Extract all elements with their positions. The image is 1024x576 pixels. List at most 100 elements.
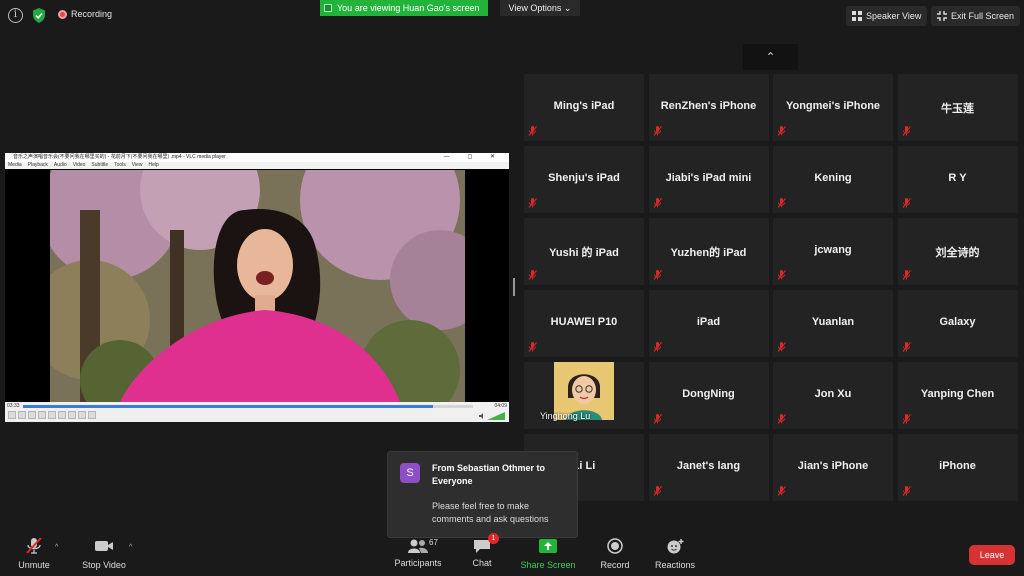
chat-button[interactable]: 1 Chat — [467, 533, 499, 568]
participant-name: Yushi 的 iPad — [549, 247, 619, 259]
participant-name: Yongmei's iPhone — [785, 100, 881, 112]
vlc-menu-item: Help — [148, 162, 159, 168]
chat-notification-message: Please feel free to make comments and as… — [432, 501, 549, 524]
participants-button[interactable]: 67 Participants — [393, 538, 443, 568]
fullscreen-icon — [48, 411, 56, 419]
muted-mic-icon — [777, 126, 786, 136]
screen-share-icon — [324, 4, 332, 12]
video-frame-singer — [50, 170, 465, 402]
split-view-divider[interactable] — [513, 278, 515, 296]
vlc-seek-fill — [23, 405, 433, 408]
reactions-button[interactable]: Reactions — [654, 538, 696, 570]
participants-icon-wrap: 67 — [407, 538, 438, 554]
participant-tile[interactable]: Jian's iPhone — [773, 434, 893, 501]
participant-tile[interactable]: iPhone — [897, 434, 1018, 501]
grid-view-icon — [852, 11, 862, 21]
vlc-time-total: 04:09 — [494, 403, 507, 409]
exit-full-screen-label: Exit Full Screen — [951, 11, 1015, 21]
record-button[interactable]: Record — [599, 538, 631, 570]
participant-grid: Ming's iPad RenZhen's iPhone Yongmei's iPh… — [524, 74, 1020, 504]
next-icon — [38, 411, 46, 419]
record-icon — [607, 538, 623, 554]
recording-label: Recording — [71, 9, 113, 19]
participant-tile[interactable]: 刘全诗的 — [897, 218, 1018, 285]
exit-full-screen-icon — [937, 11, 947, 21]
participant-tile[interactable]: Galaxy — [897, 290, 1018, 357]
participant-name: Yuzhen的 iPad — [670, 247, 747, 259]
participant-tile[interactable]: Yuzhen的 iPad — [648, 218, 769, 285]
vlc-menu-item: View — [131, 162, 143, 168]
reactions-label: Reactions — [654, 560, 696, 570]
participant-tile[interactable]: Ming's iPad — [524, 74, 644, 141]
participant-tile[interactable]: HUAWEI P10 — [524, 290, 644, 357]
participant-tile[interactable]: Yushi 的 iPad — [524, 218, 644, 285]
participants-count: 67 — [429, 538, 438, 547]
participant-tile[interactable]: iPad — [648, 290, 769, 357]
participant-tile[interactable]: Yongmei's iPhone — [773, 74, 893, 141]
participant-tile[interactable]: Kening — [773, 146, 893, 213]
info-icon[interactable]: i — [8, 8, 23, 23]
participant-name: Shenju's iPad — [548, 172, 620, 184]
participant-tile[interactable]: Yinghong Lu — [524, 362, 644, 429]
participant-name: iPad — [696, 316, 721, 328]
speaker-view-label: Speaker View — [866, 11, 922, 21]
participant-name: Ming's iPad — [553, 100, 615, 112]
vlc-menu-item: Video — [72, 162, 86, 168]
participant-tile[interactable]: DongNing — [648, 362, 769, 429]
muted-mic-icon — [653, 270, 662, 280]
chat-notification-sender: From Sebastian Othmer to Everyone — [432, 463, 546, 486]
participant-name: Jiabi's iPad mini — [665, 172, 752, 184]
participant-tile[interactable]: Jon Xu — [773, 362, 893, 429]
view-options-label: View Options — [508, 3, 562, 13]
participant-name: 牛玉莲 — [941, 103, 974, 115]
participant-tile[interactable]: Yuanlan — [773, 290, 893, 357]
participant-tile[interactable]: 牛玉莲 — [897, 74, 1018, 141]
vlc-menu-item: Subtitle — [91, 162, 109, 168]
chat-label: Chat — [472, 558, 492, 568]
video-options-caret[interactable]: ^ — [129, 544, 132, 551]
muted-mic-icon — [777, 270, 786, 280]
speaker-view-button[interactable]: Speaker View — [846, 6, 928, 26]
shield-icon[interactable] — [32, 8, 46, 23]
smiley-plus-icon — [667, 539, 684, 554]
muted-mic-icon — [777, 342, 786, 352]
muted-mic-icon — [653, 198, 662, 208]
vlc-menu-item: Playback — [27, 162, 48, 168]
stop-video-button[interactable]: Stop Video — [80, 538, 128, 570]
stop-icon — [28, 411, 36, 419]
audio-options-caret[interactable]: ^ — [55, 544, 58, 551]
share-screen-button[interactable]: Share Screen — [520, 538, 576, 570]
participant-tile[interactable]: R Y — [897, 146, 1018, 213]
shuffle-icon — [88, 411, 96, 419]
participant-name: Kening — [814, 172, 852, 184]
singer-video-image — [50, 170, 465, 402]
participant-tile[interactable]: jcwang — [773, 218, 893, 285]
scroll-up-button[interactable]: ⌃ — [743, 44, 798, 70]
sender-avatar: S — [400, 463, 420, 483]
muted-mic-icon — [902, 342, 911, 352]
leave-button[interactable]: Leave — [969, 545, 1015, 565]
volume-icon — [479, 412, 505, 420]
exit-full-screen-button[interactable]: Exit Full Screen — [931, 6, 1021, 26]
vlc-menu-item: Media — [8, 162, 22, 168]
participant-tile[interactable]: Shenju's iPad — [524, 146, 644, 213]
muted-mic-icon — [777, 486, 786, 496]
participant-tile[interactable]: Janet's lang — [648, 434, 769, 501]
prev-icon — [18, 411, 26, 419]
participant-tile[interactable]: Jiabi's iPad mini — [648, 146, 769, 213]
participant-tile[interactable]: RenZhen's iPhone — [648, 74, 769, 141]
chat-notification[interactable]: S From Sebastian Othmer to Everyone Plea… — [387, 451, 578, 538]
participant-name: 刘全诗的 — [935, 247, 980, 259]
top-bar: i Recording You are viewing Huan Gao's s… — [0, 0, 1024, 30]
stop-video-label: Stop Video — [82, 560, 126, 570]
unmute-button[interactable]: Unmute — [14, 537, 54, 570]
participant-name: Janet's lang — [676, 460, 741, 472]
view-options-button[interactable]: View Options ⌄ — [500, 0, 580, 16]
chat-icon-wrap: 1 — [471, 533, 499, 554]
participant-tile[interactable]: Yanping Chen — [897, 362, 1018, 429]
video-camera-icon — [95, 541, 113, 551]
recording-indicator[interactable]: Recording — [58, 9, 112, 19]
muted-mic-icon — [528, 126, 537, 136]
muted-mic-icon — [902, 270, 911, 280]
participants-icon — [408, 539, 428, 553]
